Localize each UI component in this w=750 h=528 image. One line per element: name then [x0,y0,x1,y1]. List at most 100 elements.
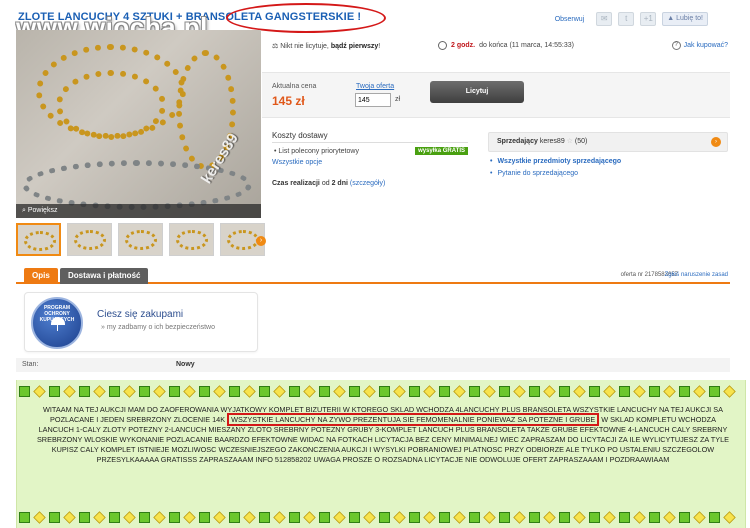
decorative-tile [513,385,526,398]
time-left-value: 2 godz. [451,42,476,49]
bid-button[interactable]: Licytuj [430,81,524,103]
facebook-like-button[interactable]: ▲ Lubię to! [662,12,708,26]
decorative-tile [303,385,316,398]
price-box: Aktualna cena 145 zł Twoja oferta zł Lic… [262,72,730,118]
thumbnail-image [227,230,259,250]
thumbnail[interactable] [118,223,163,256]
decorative-tile [453,385,466,398]
main-product-photo[interactable]: keres89 ⌕ Powiększ [16,30,261,218]
decorative-tile [63,511,76,524]
lead-time-mid: od [321,180,330,187]
seller-all-items-link[interactable]: Wszystkie przedmioty sprzedającego [490,158,621,165]
condition-value: Nowy [176,361,195,368]
thumbnail[interactable] [16,223,61,256]
shipping-all-options-link[interactable]: Wszystkie opcje [272,159,322,166]
decorative-tile [573,511,586,524]
decorative-tile [619,386,630,397]
decorative-tile [663,511,676,524]
google-plus-button[interactable]: +1 [640,12,657,26]
zoom-bar[interactable]: ⌕ Powiększ [16,204,261,218]
chevron-right-icon: › [711,137,721,147]
decorative-tile [139,512,150,523]
decorative-tile [529,512,540,523]
bid-status-suffix: ! [378,43,381,50]
decorative-tile [109,386,120,397]
seller-box[interactable]: Sprzedający keres89 ☆ (50) › [488,132,728,152]
umbrella-icon [51,317,65,331]
decorative-tile [723,385,736,398]
decorative-tile [93,511,106,524]
bid-status-prefix: Nikt nie licytuje, [280,43,329,50]
lead-time: Czas realizacji od 2 dni (szczegóły) [272,180,385,187]
decorative-tile [439,386,450,397]
thumbnail[interactable] [67,223,112,256]
decorative-tile [589,386,600,397]
decorative-tile [709,512,720,523]
description-box: WITAAM NA TEJ AUKCJI MAM DO ZAOFEROWANIA… [16,380,746,528]
thumbnail[interactable] [169,223,214,256]
decorative-tile [259,386,270,397]
decorative-tile [349,512,360,523]
decorative-tile [273,385,286,398]
star-icon: ☆ [566,138,573,145]
shipping-title: Koszty dostawy [272,131,328,140]
decorative-tile [483,385,496,398]
decorative-tile [319,386,330,397]
decorative-tile [723,511,736,524]
decorative-tile [679,512,690,523]
twitter-icon[interactable]: t [618,12,635,26]
decorative-tile [349,386,360,397]
lead-time-value: 2 dni [331,180,348,187]
decorative-tile [319,512,330,523]
decorative-tile [333,385,346,398]
thumbnail-image [176,230,208,250]
decorative-tile [393,385,406,398]
zoom-label: Powiększ [27,207,58,214]
gold-chain-image [56,70,166,140]
decorative-tile [589,512,600,523]
tab-description[interactable]: Opis [24,268,58,284]
next-thumbnail-icon[interactable]: › [256,236,266,246]
report-link[interactable]: Zgłoś naruszenie zasad [665,272,728,278]
decorative-tile [543,385,556,398]
decorative-tile [169,386,180,397]
clock-icon [438,41,447,50]
how-to-buy-label: Jak kupować? [683,42,728,49]
tab-shipping-payment[interactable]: Dostawa i płatność [60,268,149,284]
decorative-tile [19,386,30,397]
decorative-tile [273,511,286,524]
shipping-method: • List polecony priorytetowy [274,147,359,155]
decorative-tile [243,511,256,524]
decorative-tile [603,511,616,524]
decorative-tile [199,386,210,397]
decorative-tile [379,512,390,523]
current-price-label: Aktualna cena [272,83,317,90]
thumbnail-image [125,230,157,250]
decorative-tile [499,512,510,523]
mail-icon[interactable]: ✉ [596,12,613,26]
observe-link[interactable]: Obserwuj [555,16,585,23]
decorative-tile [559,386,570,397]
decorative-tile [63,385,76,398]
social-bar: Obserwuj ✉ t +1 ▲ Lubię to! [555,12,708,26]
decorative-tile [109,512,120,523]
thumbnail-image [24,231,56,251]
ask-seller-link[interactable]: Pytanie do sprzedającego [490,170,578,177]
decorative-tile [333,511,346,524]
decorative-tile [619,512,630,523]
decorative-tile [363,511,376,524]
decorative-tile [409,386,420,397]
decorative-tile [183,511,196,524]
decorative-tile-row [17,511,745,526]
decorative-tile [213,511,226,524]
lead-time-details-link[interactable]: (szczegóły) [350,180,385,187]
how-to-buy-link[interactable]: ? Jak kupować? [671,41,728,50]
seller-rating: (50) [574,138,588,145]
decorative-tile [153,385,166,398]
condition-label: Stan: [22,361,39,368]
decorative-tile [393,511,406,524]
offer-input[interactable] [355,93,391,107]
decorative-tile [423,385,436,398]
time-left: 2 godz. do końca (11 marca, 14:55:33) [438,41,574,50]
decorative-tile [79,386,90,397]
